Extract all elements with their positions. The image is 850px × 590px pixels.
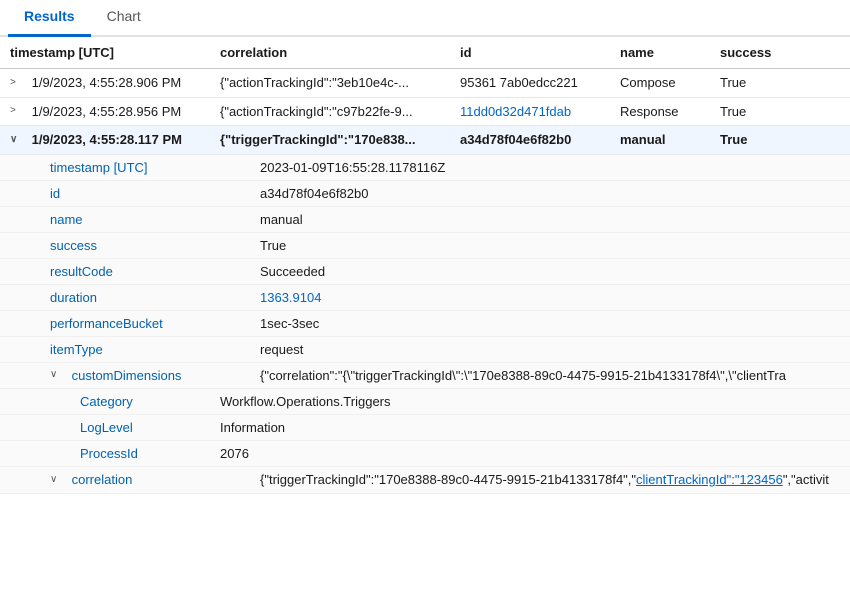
detail-label: name (0, 206, 210, 232)
cell-name: Compose (610, 69, 710, 98)
detail-row: itemType request (0, 336, 850, 362)
correlation-label: ∨ correlation (0, 467, 210, 494)
custom-dimensions-item: Category Workflow.Operations.Triggers (0, 389, 850, 415)
tab-results[interactable]: Results (8, 0, 91, 37)
custom-dimensions-expand-icon[interactable]: ∨ (50, 369, 64, 383)
cell-success: True (710, 97, 850, 126)
cell-success: True (710, 69, 850, 98)
detail-label: timestamp [UTC] (0, 154, 210, 180)
cell-timestamp: ∨ 1/9/2023, 4:55:28.117 PM (0, 126, 210, 155)
custom-dimensions-item: ProcessId 2076 (0, 441, 850, 467)
cell-correlation: {"actionTrackingId":"c97b22fe-9... (210, 97, 450, 126)
col-header-success[interactable]: success (710, 37, 850, 69)
detail-row: performanceBucket 1sec-3sec (0, 310, 850, 336)
cell-name: Response (610, 97, 710, 126)
sub-detail-value: 2076 (210, 441, 850, 467)
results-table: timestamp [UTC] correlation id name succ… (0, 37, 850, 494)
cell-timestamp: > 1/9/2023, 4:55:28.956 PM (0, 97, 210, 126)
sub-detail-value: Workflow.Operations.Triggers (210, 389, 850, 415)
correlation-row: ∨ correlation {"triggerTrackingId":"170e… (0, 467, 850, 494)
detail-row: timestamp [UTC] 2023-01-09T16:55:28.1178… (0, 154, 850, 180)
sub-detail-label: ProcessId (0, 441, 210, 467)
table-header-row: timestamp [UTC] correlation id name succ… (0, 37, 850, 69)
table-row[interactable]: ∨ 1/9/2023, 4:55:28.117 PM {"triggerTrac… (0, 126, 850, 155)
detail-value: 1363.9104 (210, 284, 850, 310)
detail-row: duration 1363.9104 (0, 284, 850, 310)
detail-label: id (0, 180, 210, 206)
expand-icon[interactable]: > (10, 105, 24, 119)
expand-icon[interactable]: ∨ (10, 134, 24, 148)
detail-value: a34d78f04e6f82b0 (210, 180, 850, 206)
cell-id: 11dd0d32d471fdab (450, 97, 610, 126)
cell-success: True (710, 126, 850, 155)
cell-correlation: {"actionTrackingId":"3eb10e4c-... (210, 69, 450, 98)
custom-dimensions-summary: {"correlation":"{\"triggerTrackingId\":\… (210, 362, 850, 389)
detail-value: manual (210, 206, 850, 232)
detail-row: name manual (0, 206, 850, 232)
custom-dimensions-header[interactable]: ∨ customDimensions {"correlation":"{\"tr… (0, 362, 850, 389)
cell-id: a34d78f04e6f82b0 (450, 126, 610, 155)
expand-icon[interactable]: > (10, 77, 24, 91)
detail-label: resultCode (0, 258, 210, 284)
detail-value: Succeeded (210, 258, 850, 284)
detail-value: request (210, 336, 850, 362)
tab-bar: Results Chart (0, 0, 850, 37)
correlation-value: {"triggerTrackingId":"170e8388-89c0-4475… (210, 467, 850, 494)
detail-label: itemType (0, 336, 210, 362)
sub-detail-value: Information (210, 415, 850, 441)
sub-detail-label: Category (0, 389, 210, 415)
table-row[interactable]: > 1/9/2023, 4:55:28.956 PM {"actionTrack… (0, 97, 850, 126)
cell-name: manual (610, 126, 710, 155)
col-header-id[interactable]: id (450, 37, 610, 69)
detail-label: success (0, 232, 210, 258)
cell-timestamp: > 1/9/2023, 4:55:28.906 PM (0, 69, 210, 98)
correlation-expand-icon[interactable]: ∨ (50, 474, 64, 488)
cell-correlation: {"triggerTrackingId":"170e838... (210, 126, 450, 155)
custom-dimensions-label: ∨ customDimensions (0, 362, 210, 389)
cell-id: 95361 7ab0edcc221 (450, 69, 610, 98)
col-header-name[interactable]: name (610, 37, 710, 69)
col-header-correlation[interactable]: correlation (210, 37, 450, 69)
detail-value: True (210, 232, 850, 258)
tab-chart[interactable]: Chart (91, 0, 157, 37)
detail-value: 2023-01-09T16:55:28.1178116Z (210, 154, 850, 180)
detail-label: performanceBucket (0, 310, 210, 336)
detail-row: id a34d78f04e6f82b0 (0, 180, 850, 206)
sub-detail-label: LogLevel (0, 415, 210, 441)
detail-label: duration (0, 284, 210, 310)
detail-value: 1sec-3sec (210, 310, 850, 336)
detail-row: success True (0, 232, 850, 258)
col-header-timestamp[interactable]: timestamp [UTC] (0, 37, 210, 69)
detail-row: resultCode Succeeded (0, 258, 850, 284)
custom-dimensions-item: LogLevel Information (0, 415, 850, 441)
table-row[interactable]: > 1/9/2023, 4:55:28.906 PM {"actionTrack… (0, 69, 850, 98)
